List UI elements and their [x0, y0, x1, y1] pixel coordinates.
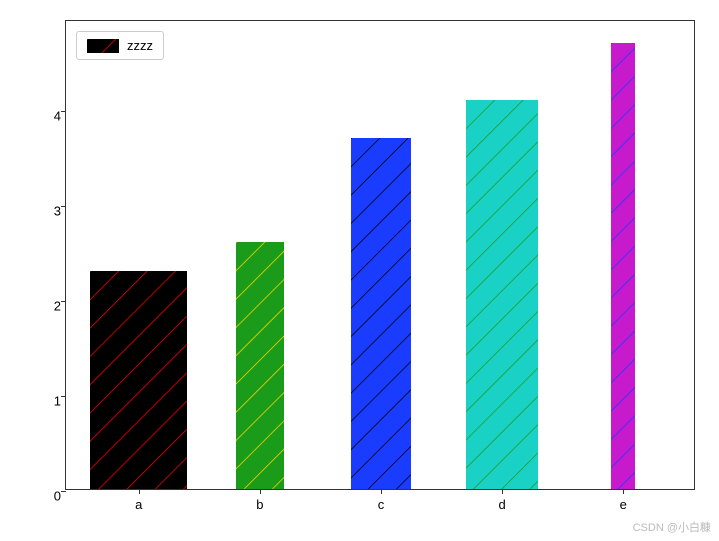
plot-area [66, 21, 694, 489]
y-tick-label: 1 [54, 394, 61, 409]
x-tick-label: a [135, 497, 142, 512]
legend-swatch [87, 39, 119, 53]
chart-legend: zzzz [76, 31, 164, 60]
x-tick-label: e [620, 497, 627, 512]
bar [90, 271, 187, 489]
y-tick-label: 4 [54, 109, 61, 124]
y-tick-label: 2 [54, 299, 61, 314]
bar [236, 242, 284, 489]
y-tick-label: 0 [54, 489, 61, 504]
legend-label: zzzz [127, 38, 153, 53]
bar [611, 43, 635, 489]
x-tick-label: d [499, 497, 506, 512]
x-tick-mark [623, 489, 624, 494]
y-tick-mark [61, 206, 66, 207]
watermark: CSDN @小白糠 [633, 519, 711, 535]
x-tick-label: b [256, 497, 263, 512]
y-tick-label: 3 [54, 204, 61, 219]
chart-axes: zzzz 01234abcde [65, 20, 695, 490]
bar [466, 100, 539, 489]
y-tick-mark [61, 111, 66, 112]
bar [351, 138, 412, 489]
x-tick-mark [260, 489, 261, 494]
x-tick-label: c [378, 497, 385, 512]
y-tick-mark [61, 301, 66, 302]
x-tick-mark [139, 489, 140, 494]
x-tick-mark [502, 489, 503, 494]
y-tick-mark [61, 491, 66, 492]
y-tick-mark [61, 396, 66, 397]
x-tick-mark [381, 489, 382, 494]
